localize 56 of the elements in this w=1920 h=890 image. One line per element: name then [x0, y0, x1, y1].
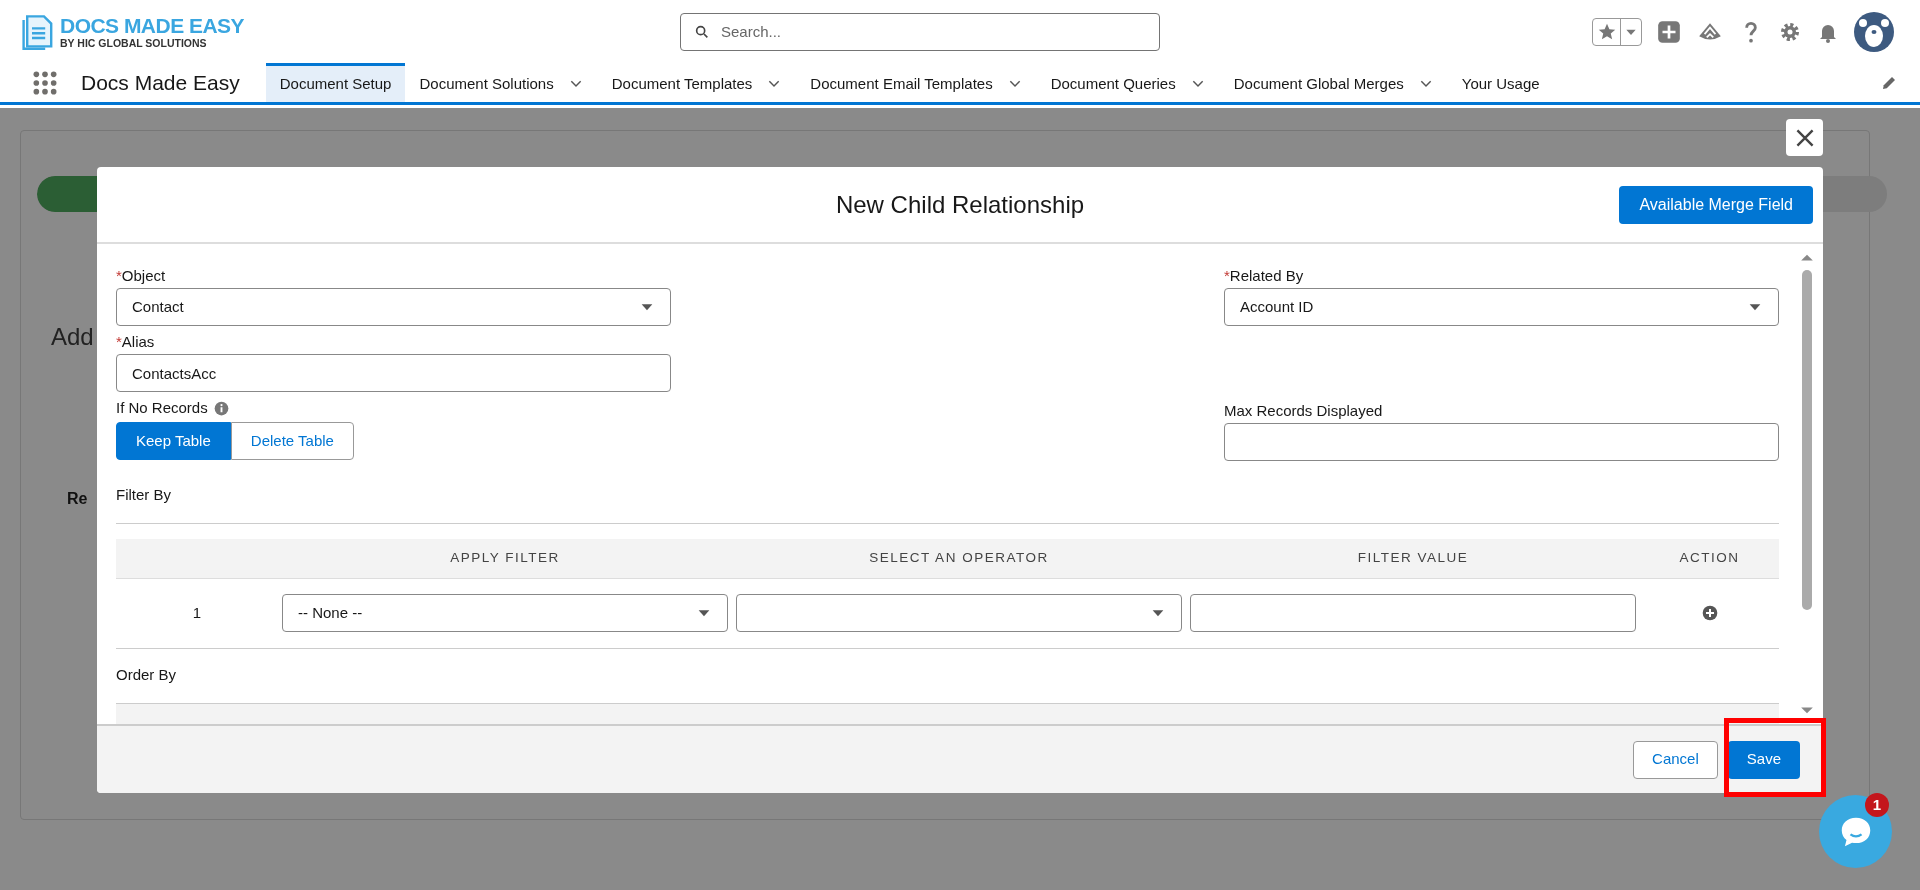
column-header: APPLY FILTER	[449, 548, 561, 567]
app-launcher-icon[interactable]	[32, 69, 58, 96]
nav-tab-label[interactable]: Document Queries	[1050, 72, 1176, 96]
text-field[interactable]	[1224, 423, 1779, 461]
info-icon[interactable]	[213, 400, 229, 416]
logo-title: DOCS MADE EASY	[60, 14, 244, 36]
column-header: ACTION	[1678, 548, 1741, 567]
background-heading: Add	[51, 322, 94, 352]
background-label: Re	[67, 489, 88, 509]
select-field[interactable]: Contact	[116, 288, 671, 326]
section-label: Order By	[116, 664, 177, 685]
field-label: Max Records Displayed	[1224, 401, 1383, 421]
avatar-icon[interactable]	[1854, 11, 1894, 52]
nav-tab-label[interactable]: Document Email Templates	[810, 72, 993, 96]
scroll-up-icon[interactable]	[1800, 252, 1814, 262]
column-header: FILTER VALUE	[1356, 548, 1470, 567]
nav-tab[interactable]: Your Usage	[1447, 63, 1554, 102]
favorites-button[interactable]	[1592, 17, 1642, 46]
nav-tab-label[interactable]: Document Global Merges	[1233, 72, 1404, 96]
toggle-option-button[interactable]: Keep Table	[116, 422, 231, 460]
field-label: *Related By	[1224, 266, 1304, 286]
scrollbar[interactable]	[1801, 252, 1813, 716]
close-button[interactable]	[1786, 119, 1823, 156]
toggle-option-button[interactable]: Delete Table	[230, 422, 354, 460]
field-label: *Alias	[116, 332, 155, 352]
column-header: SELECT AN OPERATOR	[868, 548, 1050, 567]
nav-tab[interactable]: Document Setup	[265, 63, 406, 102]
row-number: 1	[191, 602, 203, 623]
nav-tab[interactable]: Document Solutions	[405, 63, 598, 102]
search-icon	[694, 23, 710, 40]
modal-title: New Child Relationship	[835, 189, 1085, 220]
nav-tab[interactable]: Document Queries	[1036, 63, 1220, 102]
nav-tab-label[interactable]: Document Templates	[611, 72, 753, 96]
available-merge-field-button[interactable]: Available Merge Field	[1619, 186, 1813, 224]
nav-tab-label[interactable]: Document Solutions	[419, 72, 554, 96]
search-field[interactable]: Search...	[680, 12, 1160, 51]
nav-tab-label[interactable]: Document Setup	[279, 72, 392, 96]
select-field[interactable]: -- None --	[282, 594, 728, 632]
text-field[interactable]	[1190, 594, 1636, 632]
logo-subtitle: BY HIC GLOBAL SOLUTIONS	[60, 37, 208, 49]
nav-tab[interactable]: Document Templates	[597, 63, 797, 102]
select-field[interactable]	[736, 594, 1182, 632]
app-name: Docs Made Easy	[81, 69, 240, 96]
cancel-button[interactable]: Cancel	[1633, 740, 1718, 779]
field-label: If No Records	[116, 398, 208, 418]
nav-tab-label[interactable]: Your Usage	[1461, 72, 1540, 96]
add-row-icon[interactable]	[1701, 605, 1718, 621]
scroll-down-icon[interactable]	[1800, 706, 1814, 716]
text-field[interactable]: ContactsAcc	[116, 354, 671, 392]
field-label: *Object	[116, 266, 166, 286]
add-icon[interactable]	[1656, 18, 1682, 45]
select-field[interactable]: Account ID	[1224, 288, 1779, 326]
nav-tab[interactable]: Document Global Merges	[1219, 63, 1448, 102]
save-button[interactable]: Save	[1727, 740, 1800, 779]
nav-tab[interactable]: Document Email Templates	[796, 63, 1037, 102]
section-label: Filter By	[116, 485, 172, 505]
